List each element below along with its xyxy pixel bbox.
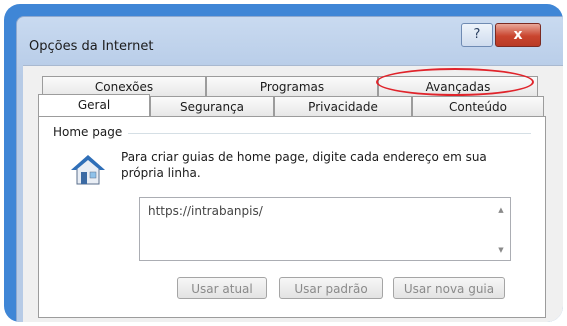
tab-panel-geral: Home page Para criar guias de home page,… <box>38 116 546 318</box>
close-icon: x <box>513 27 523 43</box>
home-page-url-value: https://intrabanpis/ <box>148 204 263 218</box>
close-button[interactable]: x <box>495 23 541 47</box>
tab-conexoes[interactable]: Conexões <box>42 76 206 96</box>
help-icon: ? <box>473 27 481 42</box>
home-page-url-textarea[interactable]: https://intrabanpis/ ▲ ▼ <box>139 197 511 261</box>
tab-programas[interactable]: Programas <box>206 76 378 96</box>
home-page-label: Home page <box>53 125 129 139</box>
house-icon <box>71 155 105 185</box>
scroll-up-icon[interactable]: ▲ <box>496 206 506 214</box>
tab-privacidade[interactable]: Privacidade <box>274 96 412 116</box>
help-button[interactable]: ? <box>461 23 493 47</box>
scroll-down-icon[interactable]: ▼ <box>496 246 506 254</box>
home-page-description: Para criar guias de home page, digite ca… <box>121 150 487 180</box>
tab-seguranca[interactable]: Segurança <box>150 96 274 116</box>
highlight-ellipse <box>376 68 534 96</box>
use-current-button[interactable]: Usar atual <box>177 277 267 299</box>
tab-geral[interactable]: Geral <box>38 94 150 116</box>
window-title: Opções da Internet <box>29 39 154 54</box>
use-default-button[interactable]: Usar padrão <box>279 277 383 299</box>
tab-conteudo[interactable]: Conteúdo <box>412 96 544 116</box>
use-new-tab-button[interactable]: Usar nova guia <box>393 277 505 299</box>
